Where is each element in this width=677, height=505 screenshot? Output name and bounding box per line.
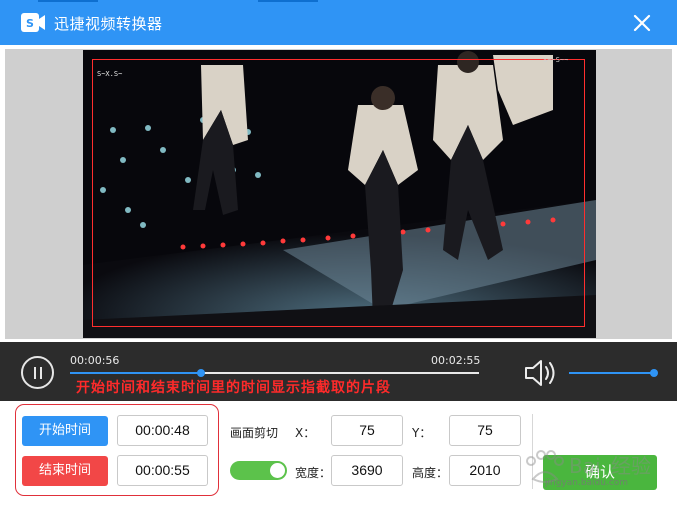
seek-progress-fill	[70, 372, 201, 374]
app-logo-icon: S	[21, 13, 45, 32]
total-time: 00:02:55	[431, 354, 481, 367]
current-time: 00:00:56	[70, 354, 120, 367]
crop-width-label: 宽度：	[295, 466, 332, 480]
seek-handle[interactable]	[196, 369, 205, 377]
crop-width-field[interactable]: 3690	[331, 455, 403, 486]
tutorial-annotation: 开始时间和结束时间里的时间显示指截取的片段	[76, 380, 391, 396]
title-bar: S 迅捷视频转换器	[0, 0, 677, 45]
video-preview: S~X.S~ S~~S~~	[83, 50, 596, 338]
crop-x-field[interactable]: 75	[331, 415, 403, 446]
start-time-button[interactable]: 开始时间	[22, 416, 108, 446]
crop-x-label: X：	[295, 426, 316, 440]
speaker-icon[interactable]	[523, 357, 559, 389]
video-converter-window: S 迅捷视频转换器 S~X.S~ S~~S~~ 00:00:56 00:02:5…	[0, 0, 677, 505]
title-bar-accent	[258, 0, 318, 2]
title-bar-accent	[38, 0, 98, 2]
pause-icon-bar	[40, 367, 42, 379]
volume-handle[interactable]	[650, 369, 658, 377]
pause-button[interactable]	[21, 356, 54, 389]
crop-height-label: 高度：	[412, 466, 449, 480]
volume-slider[interactable]	[569, 369, 658, 377]
crop-y-field[interactable]: 75	[449, 415, 521, 446]
crop-rectangle[interactable]	[92, 59, 585, 327]
video-watermark-right: S~~S~~	[543, 56, 569, 64]
volume-level-fill	[569, 372, 654, 374]
svg-text:S: S	[26, 17, 34, 30]
close-icon[interactable]	[631, 12, 653, 34]
crop-height-field[interactable]: 2010	[449, 455, 521, 486]
window-title: 迅捷视频转换器	[54, 15, 163, 33]
end-time-field[interactable]: 00:00:55	[117, 455, 208, 486]
start-time-field[interactable]: 00:00:48	[117, 415, 208, 446]
crop-label: 画面剪切	[230, 426, 279, 440]
pause-icon-bar	[34, 367, 36, 379]
baidu-watermark-url: jingyan.baidu.com	[545, 478, 629, 488]
svg-text:经验: 经验	[611, 454, 651, 478]
video-watermark-left: S~X.S~	[97, 70, 123, 78]
end-time-button[interactable]: 结束时间	[22, 456, 108, 486]
toggle-knob	[270, 463, 285, 478]
crop-toggle[interactable]	[230, 461, 287, 480]
seek-slider[interactable]	[70, 369, 479, 377]
crop-y-label: Y：	[412, 426, 432, 440]
svg-text:Bai: Bai	[569, 454, 601, 478]
